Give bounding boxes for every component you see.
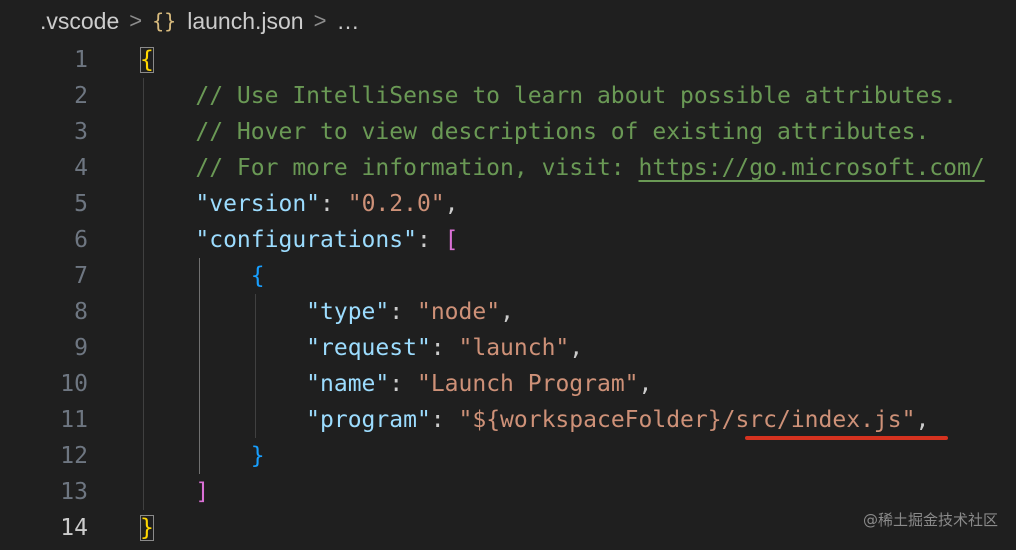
code-text: } <box>140 510 154 546</box>
code-token: "type" <box>306 299 390 325</box>
line-number: 6 <box>74 227 88 253</box>
breadcrumb: .vscode > {} launch.json > … <box>0 0 1016 42</box>
code-token: , <box>638 371 653 397</box>
code-token: "request" <box>306 335 431 361</box>
code-token: "version" <box>195 191 321 217</box>
code-token: ] <box>195 479 210 505</box>
annotation-underline <box>745 436 948 440</box>
json-file-icon: {} <box>152 9 177 33</box>
code-line[interactable]: 6 "configurations": [ <box>0 222 1016 258</box>
code-token: : <box>430 335 459 361</box>
code-token: , <box>569 335 584 361</box>
code-token: "Launch Program" <box>416 371 639 397</box>
code-token: "program" <box>306 407 431 433</box>
watermark: @稀土掘金技术社区 <box>862 511 998 529</box>
line-number: 13 <box>60 479 88 505</box>
code-line[interactable]: 11 "program": "${workspaceFolder}/src/in… <box>0 402 1016 438</box>
chevron-right-icon: > <box>313 8 327 33</box>
code-line[interactable]: 9 "request": "launch", <box>0 330 1016 366</box>
code-text: // For more information, visit: https://… <box>140 150 985 186</box>
code-text: { <box>140 42 154 78</box>
code-text: { <box>140 258 265 294</box>
code-text: "request": "launch", <box>140 330 583 366</box>
line-number: 10 <box>60 371 88 397</box>
line-number: 4 <box>74 155 88 181</box>
code-line[interactable]: 10 "name": "Launch Program", <box>0 366 1016 402</box>
code-token: } <box>140 515 154 541</box>
line-number: 3 <box>74 119 88 145</box>
chevron-right-icon: > <box>129 8 143 33</box>
code-line[interactable]: 5 "version": "0.2.0", <box>0 186 1016 222</box>
code-editor[interactable]: 1{2 // Use IntelliSense to learn about p… <box>0 42 1016 550</box>
code-line[interactable]: 7 { <box>0 258 1016 294</box>
code-text: ] <box>140 474 209 510</box>
code-token: // Use IntelliSense to learn about possi… <box>140 83 957 109</box>
code-text: "name": "Launch Program", <box>140 366 652 402</box>
code-text: // Use IntelliSense to learn about possi… <box>140 78 957 114</box>
code-token: } <box>250 443 265 469</box>
code-token: , <box>915 407 930 433</box>
code-line[interactable]: 12 } <box>0 438 1016 474</box>
code-token: , <box>500 299 514 325</box>
code-token: { <box>140 47 154 73</box>
line-number: 14 <box>60 515 88 541</box>
code-token: { <box>250 263 265 289</box>
code-token: "0.2.0" <box>347 191 445 217</box>
line-number: 7 <box>74 263 88 289</box>
code-line[interactable]: 3 // Hover to view descriptions of exist… <box>0 114 1016 150</box>
code-token: : <box>416 227 445 253</box>
code-token: : <box>430 407 459 433</box>
code-text: } <box>140 438 265 474</box>
code-token[interactable]: https://go.microsoft.com/ <box>639 155 985 181</box>
code-line[interactable]: 1{ <box>0 42 1016 78</box>
code-token: [ <box>444 227 459 253</box>
code-text: "version": "0.2.0", <box>140 186 459 222</box>
code-token: // For more information, visit: <box>140 155 639 181</box>
breadcrumb-symbols[interactable]: … <box>336 8 359 35</box>
line-number: 9 <box>74 335 88 361</box>
code-line[interactable]: 13 ] <box>0 474 1016 510</box>
line-number: 5 <box>74 191 88 217</box>
line-number: 11 <box>60 407 88 433</box>
code-text: "type": "node", <box>140 294 514 330</box>
code-token: "${workspaceFolder}/src/index.js" <box>458 407 916 433</box>
code-token: : <box>389 371 417 397</box>
code-token: "configurations" <box>195 227 417 253</box>
code-line[interactable]: 2 // Use IntelliSense to learn about pos… <box>0 78 1016 114</box>
breadcrumb-folder[interactable]: .vscode <box>40 8 119 35</box>
line-number: 1 <box>74 47 88 73</box>
line-number: 2 <box>74 83 88 109</box>
code-text: "configurations": [ <box>140 222 459 258</box>
breadcrumb-file[interactable]: launch.json <box>187 8 303 35</box>
code-line[interactable]: 8 "type": "node", <box>0 294 1016 330</box>
code-text: // Hover to view descriptions of existin… <box>140 114 929 150</box>
code-token: : <box>320 191 348 217</box>
code-token: "launch" <box>458 335 570 361</box>
code-token: "name" <box>306 371 390 397</box>
code-token: // Hover to view descriptions of existin… <box>140 119 930 145</box>
code-line[interactable]: 4 // For more information, visit: https:… <box>0 150 1016 186</box>
code-token: , <box>444 191 459 217</box>
code-token: : <box>389 299 417 325</box>
line-number: 12 <box>60 443 88 469</box>
line-number: 8 <box>74 299 88 325</box>
code-token: "node" <box>416 299 501 325</box>
code-text: "program": "${workspaceFolder}/src/index… <box>140 402 929 438</box>
